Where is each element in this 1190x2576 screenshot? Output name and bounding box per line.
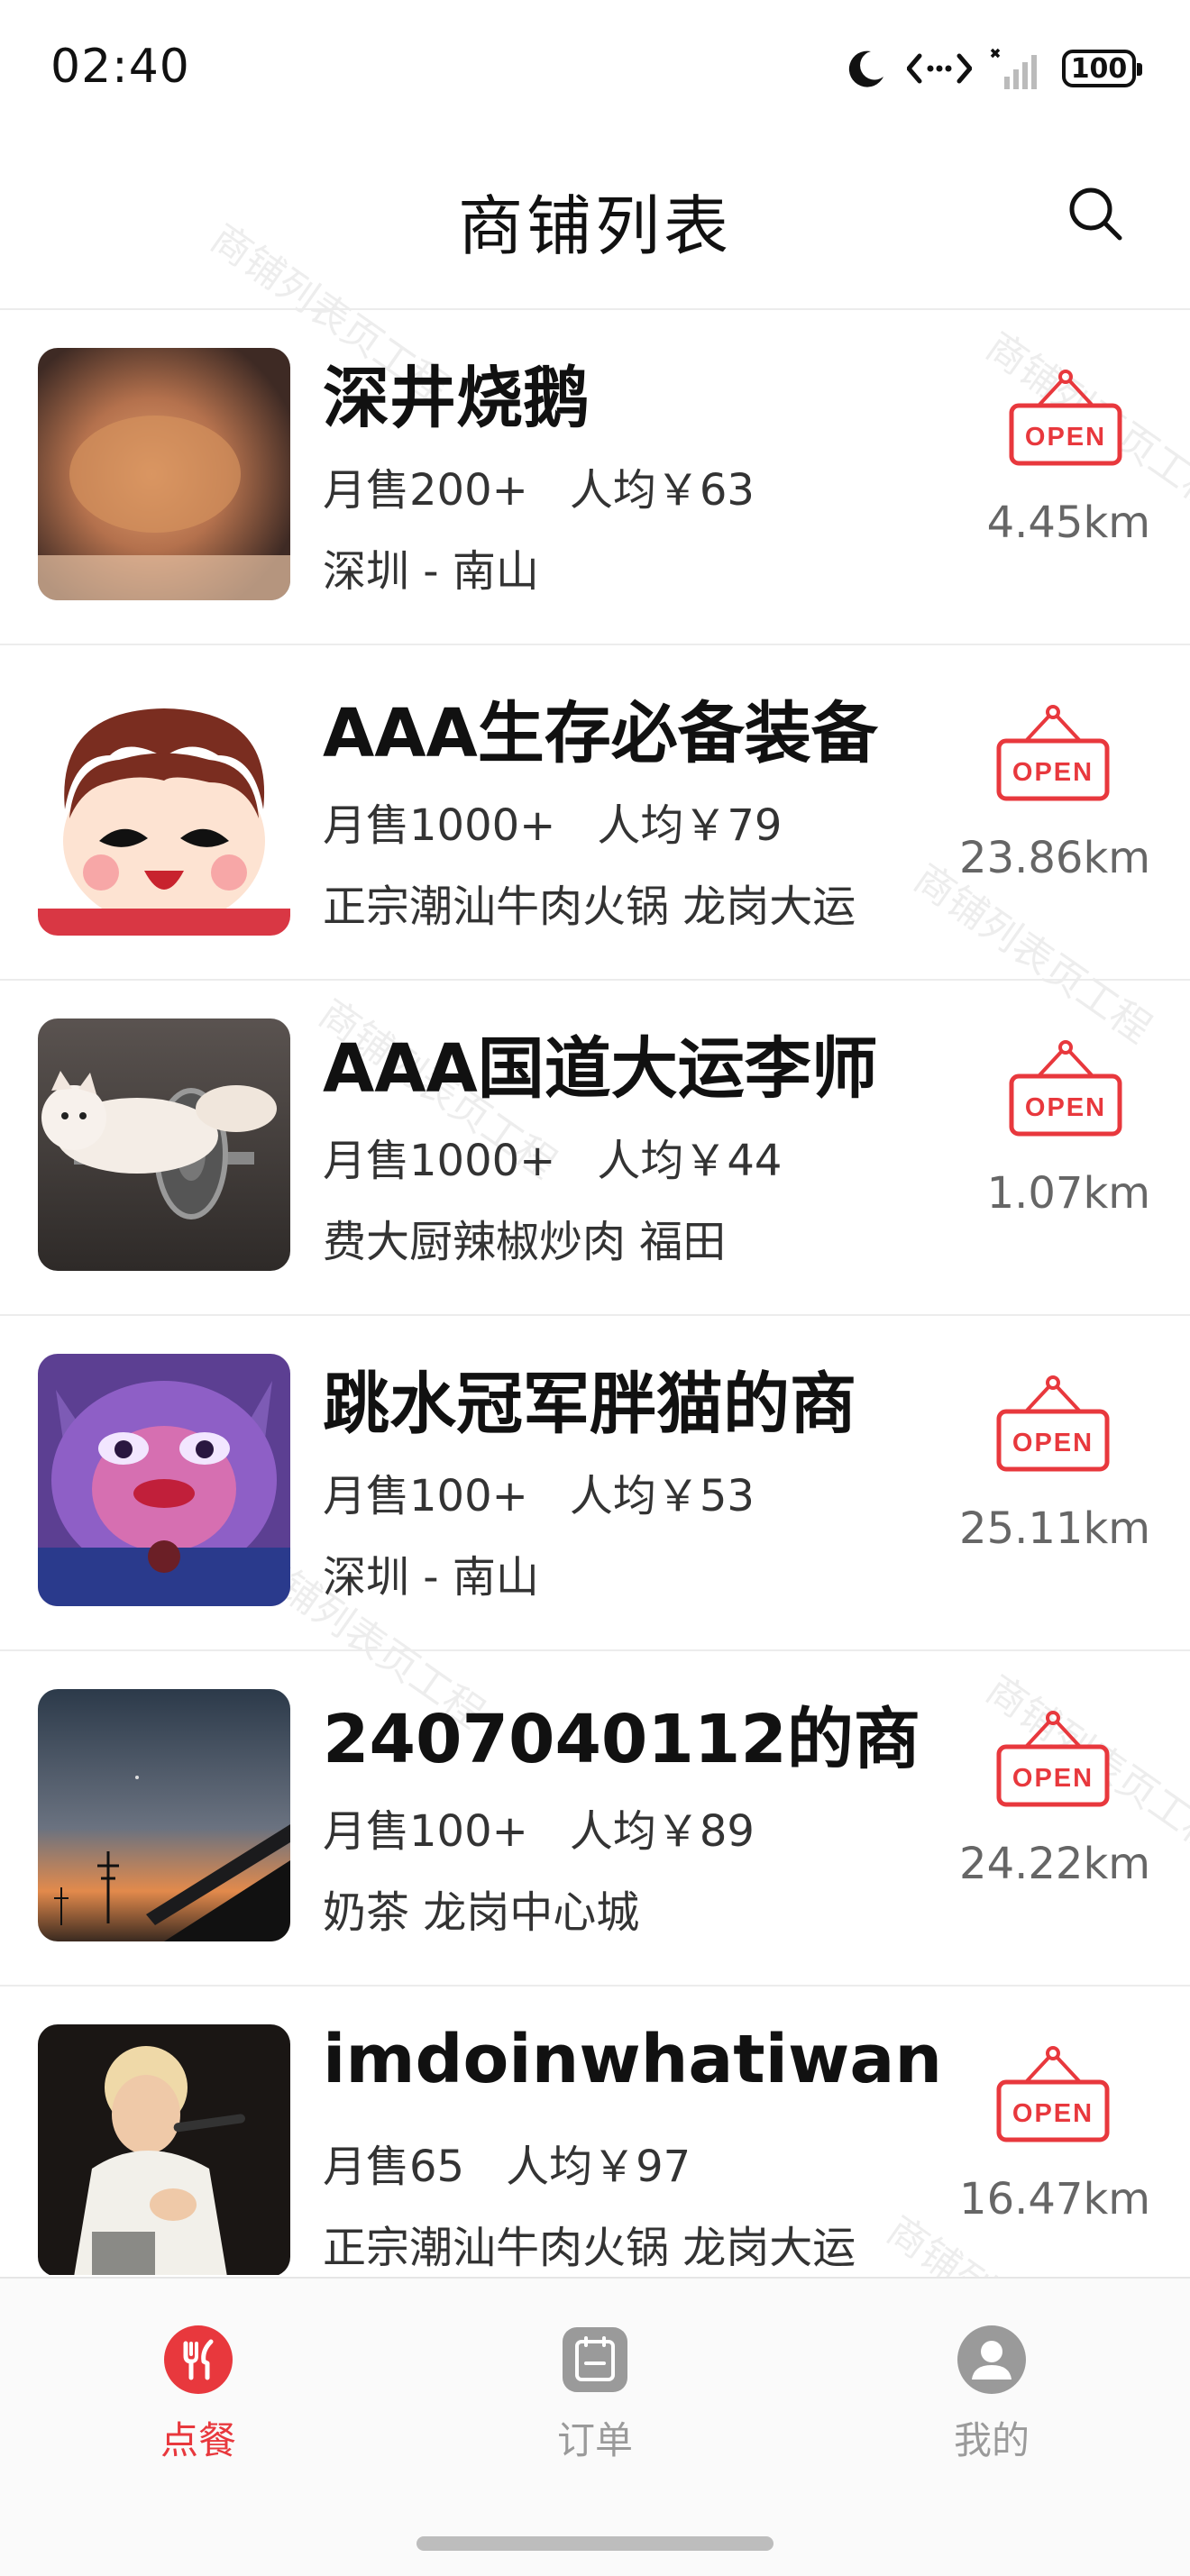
shop-distance: 4.45km — [986, 498, 1150, 548]
shop-meta: 月售65 人均￥97 — [323, 2131, 691, 2194]
fork-knife-icon — [164, 2325, 233, 2394]
open-label: OPEN — [1025, 1093, 1106, 1122]
open-label: OPEN — [1025, 423, 1106, 452]
person-icon — [957, 2325, 1026, 2394]
shop-address: 正宗潮汕牛肉火锅 龙岗大运 — [323, 882, 856, 932]
avg-price: 人均￥53 — [569, 1471, 755, 1521]
shop-thumbnail — [38, 1354, 290, 1606]
shop-meta: 月售1000+ 人均￥79 — [323, 790, 782, 853]
shop-name: 2407040112的商 — [323, 1701, 920, 1778]
shop-thumbnail — [38, 348, 290, 600]
shop-thumbnail — [38, 1019, 290, 1271]
tab-label: 订单 — [556, 2418, 633, 2462]
shop-name: imdoinwhatiwan — [323, 2021, 943, 2098]
open-sign-icon: OPEN — [996, 2046, 1110, 2142]
open-sign-icon: OPEN — [996, 1711, 1110, 1807]
moon-icon — [848, 50, 883, 87]
shop-address: 正宗潮汕牛肉火锅 龙岗大运 — [323, 2223, 856, 2273]
shop-distance: 24.22km — [959, 1839, 1150, 1889]
avg-price: 人均￥79 — [597, 800, 783, 851]
shop-thumbnail — [38, 2024, 290, 2275]
shop-name: AAA国道大运李师 — [323, 1030, 878, 1108]
shop-address: 深圳 - 南山 — [323, 546, 539, 597]
status-bar: 02:40 100 — [0, 0, 1190, 135]
shop-thumbnail — [38, 1689, 290, 1941]
data-transfer-icon — [907, 53, 972, 84]
avg-price: 人均￥89 — [569, 1806, 755, 1857]
shop-list[interactable]: 深井烧鹅 月售200+ 人均￥63 深圳 - 南山 OPEN 4.45km AA… — [0, 310, 1190, 2275]
shop-address: 费大厨辣椒炒肉 福田 — [323, 1217, 727, 1267]
status-icons: 100 — [844, 41, 1142, 96]
open-sign-icon: OPEN — [996, 705, 1110, 801]
avg-price: 人均￥44 — [597, 1136, 783, 1186]
shop-row[interactable]: 跳水冠军胖猫的商 月售100+ 人均￥53 深圳 - 南山 OPEN 25.11k… — [0, 1316, 1190, 1651]
search-icon[interactable] — [1064, 182, 1127, 245]
shop-distance: 1.07km — [986, 1168, 1150, 1219]
monthly-sales: 月售100+ — [323, 1806, 528, 1857]
battery-icon: 100 — [1062, 50, 1142, 87]
shop-distance: 25.11km — [959, 1503, 1150, 1554]
open-sign-icon: OPEN — [1009, 370, 1122, 466]
shop-row[interactable]: AAA国道大运李师 月售1000+ 人均￥44 费大厨辣椒炒肉 福田 OPEN 1… — [0, 981, 1190, 1316]
shop-row[interactable]: 2407040112的商 月售100+ 人均￥89 奶茶 龙岗中心城 OPEN 2… — [0, 1651, 1190, 1987]
shop-meta: 月售100+ 人均￥53 — [323, 1460, 755, 1523]
tab-label: 点餐 — [160, 2418, 236, 2462]
status-time: 02:40 — [50, 40, 190, 94]
shop-name: AAA生存必备装备 — [323, 695, 878, 772]
shop-address: 奶茶 龙岗中心城 — [323, 1887, 640, 1938]
shop-address: 深圳 - 南山 — [323, 1552, 539, 1603]
monthly-sales: 月售200+ — [323, 465, 528, 516]
open-label: OPEN — [1012, 1764, 1094, 1793]
shop-meta: 月售1000+ 人均￥44 — [323, 1125, 782, 1188]
open-label: OPEN — [1012, 758, 1094, 787]
shop-thumbnail — [38, 683, 290, 936]
monthly-sales: 月售100+ — [323, 1471, 528, 1521]
battery-level: 100 — [1070, 52, 1128, 85]
shop-name: 深井烧鹅 — [323, 360, 590, 437]
clipboard-icon — [563, 2327, 627, 2392]
tab-orders[interactable]: 订单 — [496, 2324, 694, 2477]
open-label: OPEN — [1012, 1429, 1094, 1457]
shop-row[interactable]: imdoinwhatiwan 月售65 人均￥97 正宗潮汕牛肉火锅 龙岗大运 O… — [0, 1987, 1190, 2275]
monthly-sales: 月售65 — [323, 2142, 465, 2192]
open-label: OPEN — [1012, 2099, 1094, 2128]
nav-header: 商铺列表 — [0, 135, 1190, 310]
monthly-sales: 月售1000+ — [323, 1136, 556, 1186]
tab-profile[interactable]: 我的 — [892, 2324, 1091, 2477]
shop-distance: 16.47km — [959, 2174, 1150, 2224]
avg-price: 人均￥97 — [506, 2142, 691, 2192]
home-indicator[interactable] — [416, 2536, 774, 2551]
monthly-sales: 月售1000+ — [323, 800, 556, 851]
shop-meta: 月售200+ 人均￥63 — [323, 454, 755, 517]
open-sign-icon: OPEN — [996, 1375, 1110, 1472]
avg-price: 人均￥63 — [569, 465, 755, 516]
shop-distance: 23.86km — [959, 833, 1150, 883]
page-title: 商铺列表 — [457, 188, 732, 264]
shop-row[interactable]: 深井烧鹅 月售200+ 人均￥63 深圳 - 南山 OPEN 4.45km — [0, 310, 1190, 645]
shop-row[interactable]: AAA生存必备装备 月售1000+ 人均￥79 正宗潮汕牛肉火锅 龙岗大运 OPE… — [0, 645, 1190, 981]
open-sign-icon: OPEN — [1009, 1040, 1122, 1137]
tab-order-food[interactable]: 点餐 — [99, 2324, 298, 2477]
shop-meta: 月售100+ 人均￥89 — [323, 1795, 755, 1859]
tab-label: 我的 — [953, 2418, 1030, 2462]
shop-name: 跳水冠军胖猫的商 — [323, 1366, 856, 1443]
tab-bar: 点餐 订单 我的 — [0, 2277, 1190, 2576]
signal-icon — [990, 48, 1037, 89]
